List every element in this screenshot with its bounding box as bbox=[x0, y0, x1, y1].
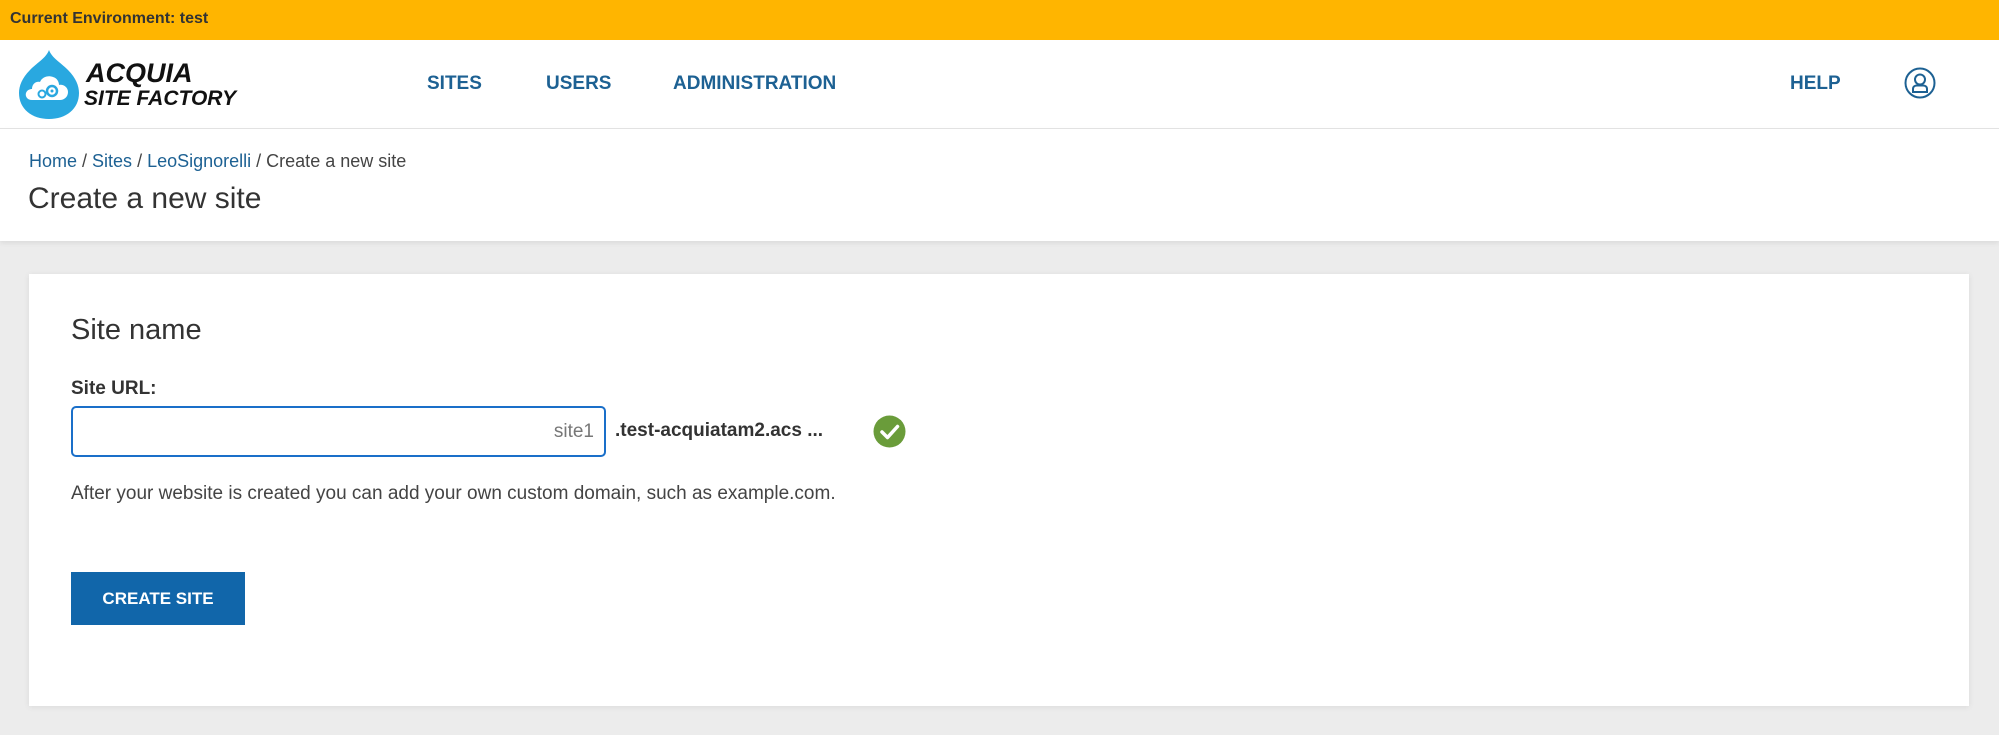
environment-banner: Current Environment: test bbox=[0, 0, 1999, 40]
create-site-form-card: Site name Site URL: .test-acquiatam2.acs… bbox=[29, 274, 1969, 706]
breadcrumb-separator: / bbox=[132, 151, 148, 171]
breadcrumb-current: Create a new site bbox=[266, 151, 407, 171]
breadcrumb-separator: / bbox=[77, 151, 93, 171]
nav-help[interactable]: HELP bbox=[1790, 73, 1841, 95]
breadcrumb: Home / Sites / LeoSignorelli / Create a … bbox=[29, 151, 406, 172]
site-url-label: Site URL: bbox=[71, 378, 157, 399]
top-header: ACQUIA SITE FACTORY SITES USERS ADMINIST… bbox=[0, 40, 1999, 129]
user-profile-icon[interactable] bbox=[1904, 67, 1936, 99]
custom-domain-help-text: After your website is created you can ad… bbox=[71, 483, 836, 504]
breadcrumb-leosignorelli[interactable]: LeoSignorelli bbox=[147, 151, 251, 171]
logo-text-site-factory: SITE FACTORY bbox=[84, 87, 237, 110]
acquia-site-factory-logo[interactable]: ACQUIA SITE FACTORY bbox=[18, 48, 248, 120]
breadcrumb-home[interactable]: Home bbox=[29, 151, 77, 171]
nav-users[interactable]: USERS bbox=[546, 73, 611, 95]
nav-sites[interactable]: SITES bbox=[427, 73, 482, 95]
section-title-site-name: Site name bbox=[71, 314, 202, 346]
breadcrumb-separator: / bbox=[251, 151, 267, 171]
environment-label: Current Environment: test bbox=[10, 10, 209, 27]
nav-administration[interactable]: ADMINISTRATION bbox=[673, 73, 836, 95]
create-site-button[interactable]: CREATE SITE bbox=[71, 572, 245, 625]
breadcrumb-sites[interactable]: Sites bbox=[92, 151, 132, 171]
site-url-input[interactable] bbox=[71, 406, 606, 457]
page-titlebar: Home / Sites / LeoSignorelli / Create a … bbox=[0, 129, 1999, 241]
check-circle-icon bbox=[873, 415, 906, 448]
logo-text-acquia: ACQUIA bbox=[86, 58, 193, 88]
page-title: Create a new site bbox=[28, 182, 262, 215]
cloud-gears-drop-icon bbox=[19, 50, 79, 119]
domain-suffix: .test-acquiatam2.acs ... bbox=[615, 420, 824, 441]
